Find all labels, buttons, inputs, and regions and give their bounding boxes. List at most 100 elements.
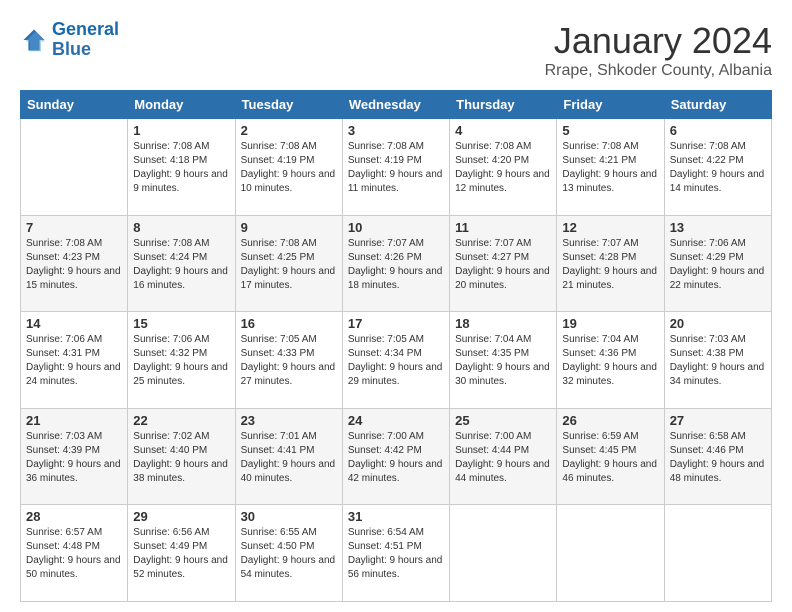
day-number: 5 (562, 123, 658, 138)
day-number: 14 (26, 316, 122, 331)
day-number: 6 (670, 123, 766, 138)
day-number: 7 (26, 220, 122, 235)
day-header-saturday: Saturday (664, 91, 771, 119)
day-number: 29 (133, 509, 229, 524)
day-header-sunday: Sunday (21, 91, 128, 119)
day-info: Sunrise: 7:08 AMSunset: 4:23 PMDaylight:… (26, 237, 122, 293)
day-number: 1 (133, 123, 229, 138)
day-number: 28 (26, 509, 122, 524)
day-info: Sunrise: 7:08 AMSunset: 4:18 PMDaylight:… (133, 140, 229, 196)
calendar-week-row: 7 Sunrise: 7:08 AMSunset: 4:23 PMDaylight… (21, 215, 772, 312)
logo-icon (20, 26, 48, 54)
calendar-cell: 31 Sunrise: 6:54 AMSunset: 4:51 PMDayligh… (342, 505, 449, 602)
calendar-cell: 17 Sunrise: 7:05 AMSunset: 4:34 PMDayligh… (342, 312, 449, 409)
calendar-cell: 29 Sunrise: 6:56 AMSunset: 4:49 PMDayligh… (128, 505, 235, 602)
day-header-tuesday: Tuesday (235, 91, 342, 119)
day-info: Sunrise: 7:08 AMSunset: 4:19 PMDaylight:… (241, 140, 337, 196)
day-info: Sunrise: 7:00 AMSunset: 4:44 PMDaylight:… (455, 430, 551, 486)
day-number: 31 (348, 509, 444, 524)
calendar-week-row: 1 Sunrise: 7:08 AMSunset: 4:18 PMDaylight… (21, 119, 772, 216)
day-number: 26 (562, 413, 658, 428)
day-number: 17 (348, 316, 444, 331)
day-number: 27 (670, 413, 766, 428)
calendar-table: SundayMondayTuesdayWednesdayThursdayFrid… (20, 90, 772, 602)
calendar-cell: 18 Sunrise: 7:04 AMSunset: 4:35 PMDayligh… (450, 312, 557, 409)
day-number: 3 (348, 123, 444, 138)
header: General Blue January 2024 Rrape, Shkoder… (20, 20, 772, 80)
day-info: Sunrise: 7:05 AMSunset: 4:34 PMDaylight:… (348, 333, 444, 389)
calendar-cell: 9Sunrise: 7:08 AMSunset: 4:25 PMDaylight… (235, 215, 342, 312)
calendar-cell (21, 119, 128, 216)
calendar-cell (664, 505, 771, 602)
day-info: Sunrise: 6:58 AMSunset: 4:46 PMDaylight:… (670, 430, 766, 486)
calendar-cell: 27 Sunrise: 6:58 AMSunset: 4:46 PMDayligh… (664, 408, 771, 505)
calendar-cell: 22 Sunrise: 7:02 AMSunset: 4:40 PMDayligh… (128, 408, 235, 505)
day-number: 8 (133, 220, 229, 235)
day-info: Sunrise: 7:04 AMSunset: 4:35 PMDaylight:… (455, 333, 551, 389)
calendar-cell: 21Sunrise: 7:03 AMSunset: 4:39 PMDayligh… (21, 408, 128, 505)
day-number: 15 (133, 316, 229, 331)
location: Rrape, Shkoder County, Albania (545, 62, 772, 80)
day-number: 13 (670, 220, 766, 235)
day-info: Sunrise: 7:08 AMSunset: 4:24 PMDaylight:… (133, 237, 229, 293)
day-number: 19 (562, 316, 658, 331)
calendar-cell: 13 Sunrise: 7:06 AMSunset: 4:29 PMDayligh… (664, 215, 771, 312)
day-number: 11 (455, 220, 551, 235)
calendar-cell: 28Sunrise: 6:57 AMSunset: 4:48 PMDayligh… (21, 505, 128, 602)
day-info: Sunrise: 7:03 AMSunset: 4:38 PMDaylight:… (670, 333, 766, 389)
day-info: Sunrise: 7:06 AMSunset: 4:32 PMDaylight:… (133, 333, 229, 389)
day-number: 4 (455, 123, 551, 138)
calendar-cell: 5 Sunrise: 7:08 AMSunset: 4:21 PMDaylight… (557, 119, 664, 216)
day-number: 16 (241, 316, 337, 331)
day-info: Sunrise: 7:08 AMSunset: 4:22 PMDaylight:… (670, 140, 766, 196)
calendar-cell: 30 Sunrise: 6:55 AMSunset: 4:50 PMDayligh… (235, 505, 342, 602)
day-info: Sunrise: 6:59 AMSunset: 4:45 PMDaylight:… (562, 430, 658, 486)
day-number: 23 (241, 413, 337, 428)
calendar-week-row: 28Sunrise: 6:57 AMSunset: 4:48 PMDayligh… (21, 505, 772, 602)
calendar-cell: 15 Sunrise: 7:06 AMSunset: 4:32 PMDayligh… (128, 312, 235, 409)
calendar-cell: 1 Sunrise: 7:08 AMSunset: 4:18 PMDaylight… (128, 119, 235, 216)
day-number: 30 (241, 509, 337, 524)
day-header-thursday: Thursday (450, 91, 557, 119)
day-info: Sunrise: 7:06 AMSunset: 4:29 PMDaylight:… (670, 237, 766, 293)
calendar-header-row: SundayMondayTuesdayWednesdayThursdayFrid… (21, 91, 772, 119)
day-info: Sunrise: 7:02 AMSunset: 4:40 PMDaylight:… (133, 430, 229, 486)
day-info: Sunrise: 6:54 AMSunset: 4:51 PMDaylight:… (348, 526, 444, 582)
page: General Blue January 2024 Rrape, Shkoder… (0, 0, 792, 612)
calendar-cell (450, 505, 557, 602)
title-block: January 2024 Rrape, Shkoder County, Alba… (545, 20, 772, 80)
calendar-cell: 12 Sunrise: 7:07 AMSunset: 4:28 PMDayligh… (557, 215, 664, 312)
day-number: 12 (562, 220, 658, 235)
day-info: Sunrise: 6:56 AMSunset: 4:49 PMDaylight:… (133, 526, 229, 582)
calendar-cell: 14 Sunrise: 7:06 AMSunset: 4:31 PMDayligh… (21, 312, 128, 409)
day-info: Sunrise: 7:00 AMSunset: 4:42 PMDaylight:… (348, 430, 444, 486)
day-info: Sunrise: 7:01 AMSunset: 4:41 PMDaylight:… (241, 430, 337, 486)
day-info: Sunrise: 7:07 AMSunset: 4:28 PMDaylight:… (562, 237, 658, 293)
logo-text: General Blue (52, 20, 119, 60)
day-number: 10 (348, 220, 444, 235)
calendar-week-row: 14 Sunrise: 7:06 AMSunset: 4:31 PMDayligh… (21, 312, 772, 409)
day-info: Sunrise: 7:03 AMSunset: 4:39 PMDaylight:… (26, 430, 122, 486)
day-number: 22 (133, 413, 229, 428)
month-title: January 2024 (545, 20, 772, 62)
day-info: Sunrise: 6:55 AMSunset: 4:50 PMDaylight:… (241, 526, 337, 582)
calendar-cell: 2Sunrise: 7:08 AMSunset: 4:19 PMDaylight… (235, 119, 342, 216)
calendar-cell: 6 Sunrise: 7:08 AMSunset: 4:22 PMDaylight… (664, 119, 771, 216)
day-info: Sunrise: 7:07 AMSunset: 4:26 PMDaylight:… (348, 237, 444, 293)
calendar-cell: 23 Sunrise: 7:01 AMSunset: 4:41 PMDayligh… (235, 408, 342, 505)
day-number: 20 (670, 316, 766, 331)
day-number: 9 (241, 220, 337, 235)
calendar-cell: 7 Sunrise: 7:08 AMSunset: 4:23 PMDaylight… (21, 215, 128, 312)
logo-general: General (52, 19, 119, 39)
day-info: Sunrise: 7:05 AMSunset: 4:33 PMDaylight:… (241, 333, 337, 389)
calendar-cell: 16 Sunrise: 7:05 AMSunset: 4:33 PMDayligh… (235, 312, 342, 409)
day-info: Sunrise: 7:06 AMSunset: 4:31 PMDaylight:… (26, 333, 122, 389)
day-number: 18 (455, 316, 551, 331)
day-info: Sunrise: 7:04 AMSunset: 4:36 PMDaylight:… (562, 333, 658, 389)
day-header-monday: Monday (128, 91, 235, 119)
day-header-wednesday: Wednesday (342, 91, 449, 119)
day-info: Sunrise: 7:08 AMSunset: 4:21 PMDaylight:… (562, 140, 658, 196)
day-info: Sunrise: 7:07 AMSunset: 4:27 PMDaylight:… (455, 237, 551, 293)
calendar-cell: 8 Sunrise: 7:08 AMSunset: 4:24 PMDaylight… (128, 215, 235, 312)
logo-blue: Blue (52, 39, 91, 59)
